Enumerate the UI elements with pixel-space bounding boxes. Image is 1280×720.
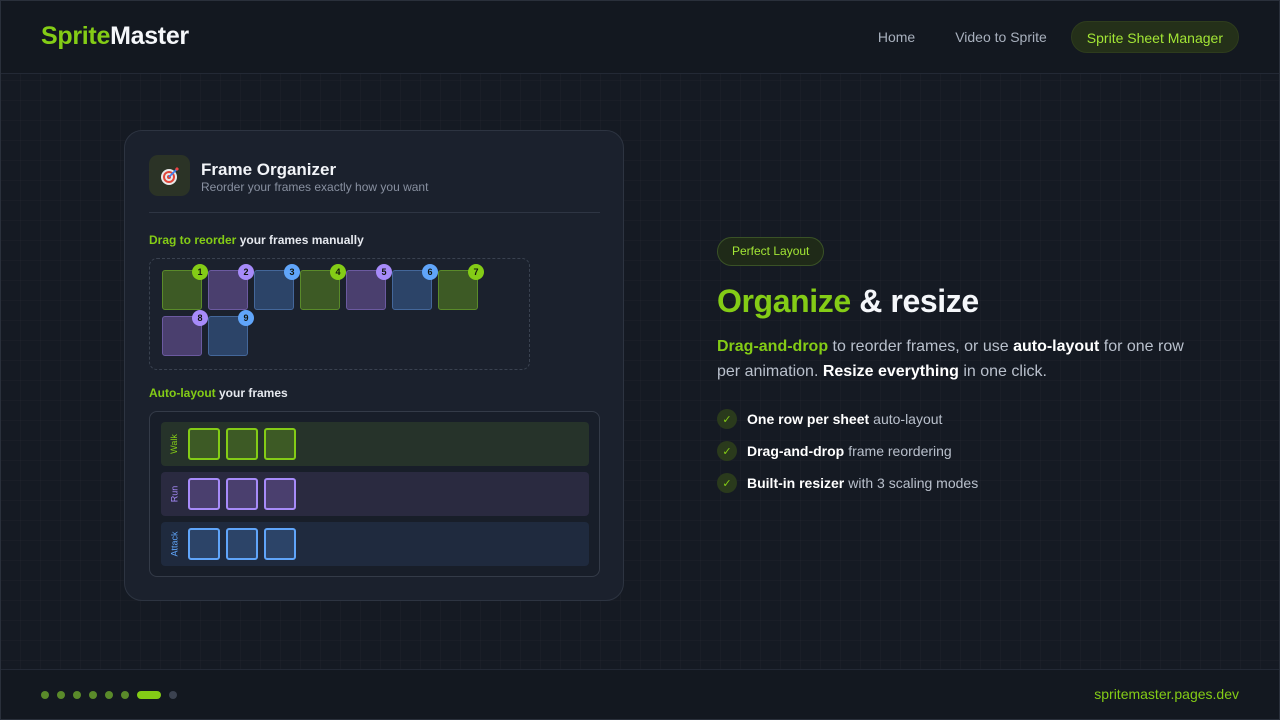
frame-number-badge: 7 [468, 264, 484, 280]
row-label: Attack [163, 522, 185, 566]
row-frame [264, 428, 296, 460]
frame-tile[interactable]: 5 [346, 264, 392, 310]
auto-layout-section-label: Auto-layout your frames [149, 386, 288, 400]
brand-text: Master [110, 22, 189, 50]
nav-home[interactable]: Home [878, 21, 915, 53]
frame-number-badge: 4 [330, 264, 346, 280]
row-frame [188, 528, 220, 560]
row-label: Run [163, 472, 185, 516]
frame-number-badge: 8 [192, 310, 208, 326]
row-frame [226, 478, 258, 510]
check-icon: ✓ [717, 473, 737, 493]
animation-row: Run [161, 472, 589, 516]
row-label-text: Run [168, 485, 179, 503]
slide-dot[interactable] [169, 691, 177, 699]
frame-tile[interactable]: 1 [162, 264, 208, 310]
brand-logo[interactable]: SpriteMaster [41, 22, 189, 51]
drag-label-rest: your frames manually [236, 233, 364, 247]
drag-section-label: Drag to reorder your frames manually [149, 233, 364, 247]
auto-label-accent: Auto-layout [149, 386, 216, 400]
feature-bold: Built-in resizer [747, 475, 845, 491]
feature-text: auto-layout [873, 411, 943, 427]
card-title: Frame Organizer [201, 160, 337, 179]
frame-organizer-card: Frame Organizer Reorder your frames exac… [124, 130, 624, 601]
card-subtitle: Reorder your frames exactly how you want [201, 180, 429, 194]
drag-label-accent: Drag to reorder [149, 233, 237, 247]
frame-drop-zone[interactable]: 1 2 3 4 5 6 7 8 9 [149, 258, 530, 370]
slide-dot[interactable] [73, 691, 81, 699]
frame-tile[interactable]: 6 [392, 264, 438, 310]
headline: Organize & resize [717, 283, 979, 320]
top-bar: SpriteMaster Home Video to Sprite Sprite… [0, 0, 1280, 74]
feature-text: frame reordering [848, 443, 952, 459]
nav-sprite-sheet-manager[interactable]: Sprite Sheet Manager [1070, 21, 1239, 53]
frame-tile[interactable]: 7 [438, 264, 484, 310]
frame-number-badge: 6 [422, 264, 438, 280]
row-label: Walk [163, 422, 185, 466]
nav-video-to-sprite[interactable]: Video to Sprite [955, 21, 1047, 53]
desc-text-3: in one click. [958, 363, 1047, 380]
target-icon [149, 155, 190, 196]
feature-list: ✓ One row per sheet auto-layout ✓ Drag-and-… [717, 408, 978, 504]
desc-highlight-3: Resize everything [822, 363, 959, 380]
feature-item: ✓ Built-in resizer with 3 scaling modes [717, 472, 978, 494]
animation-row: Attack [161, 522, 589, 566]
description: Drag-and-drop to reorder frames, or use … [717, 334, 1197, 384]
auto-label-rest: your frames [215, 386, 288, 400]
row-frame [226, 528, 258, 560]
slide-dot[interactable] [57, 691, 65, 699]
slide-dot[interactable] [41, 691, 49, 699]
desc-highlight-1: Drag-and-drop [717, 338, 829, 355]
frame-number-badge: 2 [238, 264, 254, 280]
row-frame [264, 528, 296, 560]
feature-pill: Perfect Layout [717, 237, 825, 266]
feature-text: with 3 scaling modes [848, 475, 979, 491]
auto-layout-preview: Walk Run Attack [149, 411, 600, 577]
slide-dot[interactable] [137, 691, 161, 699]
feature-item: ✓ Drag-and-drop frame reordering [717, 440, 978, 462]
row-label-text: Attack [169, 531, 180, 557]
feature-bold: Drag-and-drop [747, 443, 845, 459]
row-label-text: Walk [168, 434, 179, 454]
card-divider [149, 212, 600, 213]
frame-number-badge: 3 [284, 264, 300, 280]
frame-number-badge: 1 [192, 264, 208, 280]
row-frame [188, 428, 220, 460]
row-frame [264, 478, 296, 510]
slide-dot[interactable] [121, 691, 129, 699]
site-url[interactable]: spritemaster.pages.dev [1094, 686, 1239, 702]
animation-row: Walk [161, 422, 589, 466]
frame-tile[interactable]: 4 [300, 264, 346, 310]
frame-tile[interactable]: 3 [254, 264, 300, 310]
row-frame [188, 478, 220, 510]
headline-rest: & resize [850, 283, 979, 319]
frame-number-badge: 9 [238, 310, 254, 326]
footer: spritemaster.pages.dev [0, 669, 1280, 720]
brand-text-accent: Sprite [41, 22, 111, 50]
slide-dot[interactable] [105, 691, 113, 699]
frame-number-badge: 5 [376, 264, 392, 280]
desc-highlight-2: auto-layout [1013, 338, 1100, 355]
frame-tile[interactable]: 8 [162, 310, 208, 356]
check-icon: ✓ [717, 409, 737, 429]
feature-item: ✓ One row per sheet auto-layout [717, 408, 978, 430]
slide-indicator [41, 691, 185, 699]
frame-tile[interactable]: 2 [208, 264, 254, 310]
slide-dot[interactable] [89, 691, 97, 699]
feature-bold: One row per sheet [747, 411, 870, 427]
row-frame [226, 428, 258, 460]
check-icon: ✓ [717, 441, 737, 461]
frame-tile[interactable]: 9 [208, 310, 254, 356]
main-nav: Home Video to Sprite Sprite Sheet Manage… [838, 21, 1239, 53]
desc-text-1: to reorder frames, or use [828, 338, 1014, 355]
headline-accent: Organize [717, 283, 851, 319]
